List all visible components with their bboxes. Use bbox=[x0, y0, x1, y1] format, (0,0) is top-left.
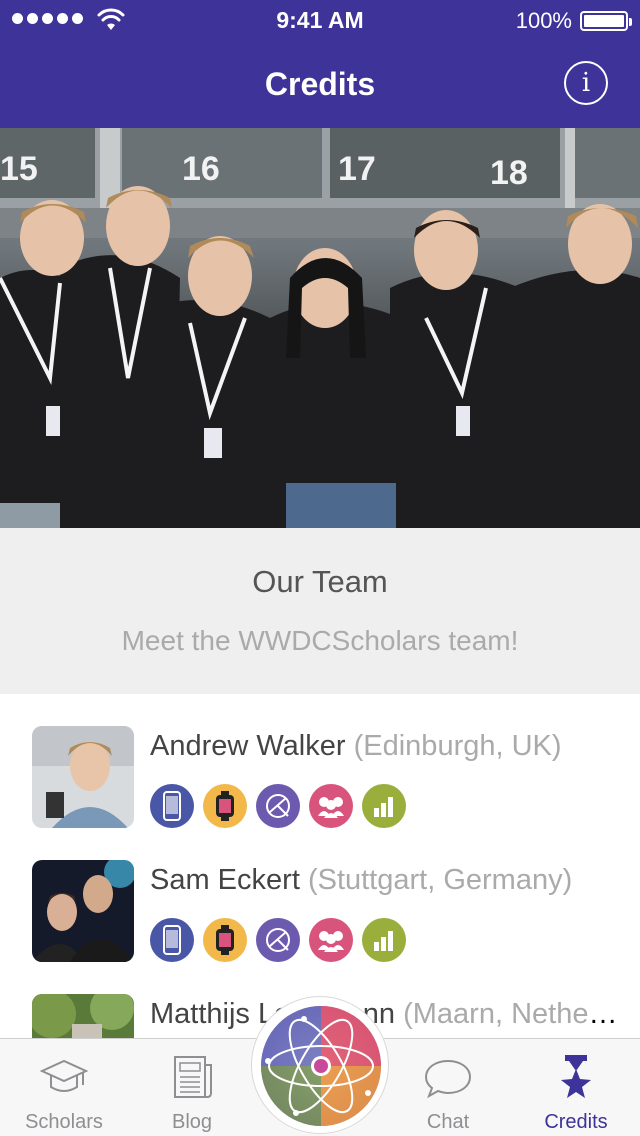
tab-credits[interactable]: Credits bbox=[512, 1039, 640, 1136]
iphone-icon bbox=[150, 784, 194, 828]
wwdc-scholars-logo-icon bbox=[261, 1006, 381, 1126]
member-location: (Edinburgh, UK) bbox=[353, 730, 562, 762]
team-member-row[interactable]: Andrew Walker (Edinburgh, UK) bbox=[0, 694, 640, 828]
newspaper-icon bbox=[174, 1056, 212, 1098]
door-number: 17 bbox=[338, 150, 376, 188]
member-name: Sam Eckert bbox=[150, 864, 300, 896]
center-app-button[interactable] bbox=[251, 996, 389, 1134]
tab-blog[interactable]: Blog bbox=[128, 1039, 256, 1136]
team-subtitle: Meet the WWDCScholars team! bbox=[121, 625, 519, 656]
design-icon bbox=[256, 918, 300, 962]
team-title: Our Team bbox=[252, 564, 388, 599]
team-icon bbox=[309, 918, 353, 962]
info-icon: i bbox=[581, 68, 591, 98]
avatar bbox=[32, 726, 134, 828]
team-icon bbox=[309, 784, 353, 828]
team-section-header: Our Team Meet the WWDCScholars team! bbox=[0, 528, 640, 694]
member-name: Andrew Walker bbox=[150, 730, 346, 762]
door-number: 15 bbox=[0, 150, 38, 188]
navigation-bar: 9:41 AM 100% Credits i bbox=[0, 0, 640, 128]
tab-chat[interactable]: Chat bbox=[384, 1039, 512, 1136]
star-trophy-icon bbox=[561, 1055, 591, 1098]
member-badges bbox=[150, 918, 406, 962]
apple-watch-icon bbox=[203, 784, 247, 828]
member-name-line: Sam Eckert (Stuttgart, Germany) bbox=[150, 864, 620, 897]
battery-icon bbox=[580, 11, 632, 31]
team-photo: 15 16 17 18 bbox=[0, 128, 640, 528]
design-icon bbox=[256, 784, 300, 828]
tab-label: Chat bbox=[426, 1111, 470, 1133]
avatar bbox=[32, 994, 134, 1038]
team-member-list[interactable]: Andrew Walker (Edinburgh, UK) Sam Eckert… bbox=[0, 694, 640, 1038]
page-title: Credits bbox=[264, 66, 376, 102]
info-button[interactable]: i bbox=[564, 61, 608, 105]
graduation-cap-icon bbox=[39, 1059, 89, 1092]
iphone-icon bbox=[150, 918, 194, 962]
tab-label: Scholars bbox=[25, 1111, 103, 1133]
tab-scholars[interactable]: Scholars bbox=[0, 1039, 128, 1136]
battery-percent: 100% bbox=[515, 8, 572, 33]
door-number: 18 bbox=[490, 154, 528, 192]
chat-bubble-icon bbox=[424, 1059, 472, 1099]
apple-watch-icon bbox=[203, 918, 247, 962]
tab-label: Credits bbox=[544, 1111, 608, 1133]
door-number: 16 bbox=[182, 150, 220, 188]
member-badges bbox=[150, 784, 406, 828]
stats-icon bbox=[362, 784, 406, 828]
team-photo-illustration: 15 16 17 18 bbox=[0, 128, 640, 528]
member-location: (Stuttgart, Germany) bbox=[307, 864, 573, 896]
avatar bbox=[32, 860, 134, 962]
tab-label: Blog bbox=[171, 1111, 213, 1133]
status-bar: 9:41 AM 100% bbox=[0, 0, 640, 40]
member-name-line: Andrew Walker (Edinburgh, UK) bbox=[150, 730, 620, 763]
stats-icon bbox=[362, 918, 406, 962]
team-member-row[interactable]: Sam Eckert (Stuttgart, Germany) bbox=[0, 828, 640, 962]
member-location: (Maarn, Netherlands) bbox=[403, 998, 620, 1030]
